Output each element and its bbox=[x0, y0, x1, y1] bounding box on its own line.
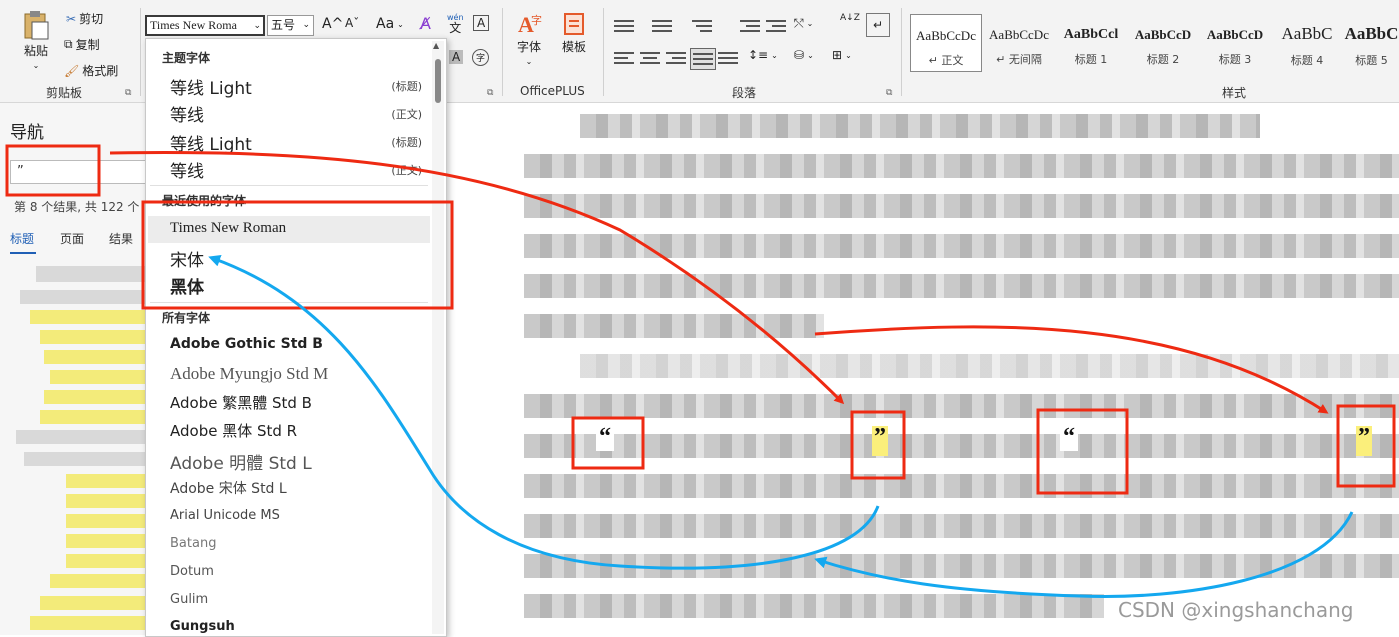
annotation-box bbox=[1036, 408, 1129, 495]
annotation-box bbox=[5, 144, 101, 197]
annotation-arrow bbox=[814, 325, 1329, 414]
annotation-box bbox=[1336, 404, 1396, 488]
annotation-overlay bbox=[5, 144, 1396, 598]
annotation-arrow bbox=[109, 151, 845, 405]
annotation-arrow bbox=[814, 511, 1354, 598]
annotation-box bbox=[571, 416, 645, 470]
annotation-arrow bbox=[208, 255, 880, 570]
annotation-box bbox=[850, 410, 906, 480]
watermark: CSDN @xingshanchang bbox=[1118, 598, 1354, 622]
annotation-box bbox=[141, 200, 454, 310]
